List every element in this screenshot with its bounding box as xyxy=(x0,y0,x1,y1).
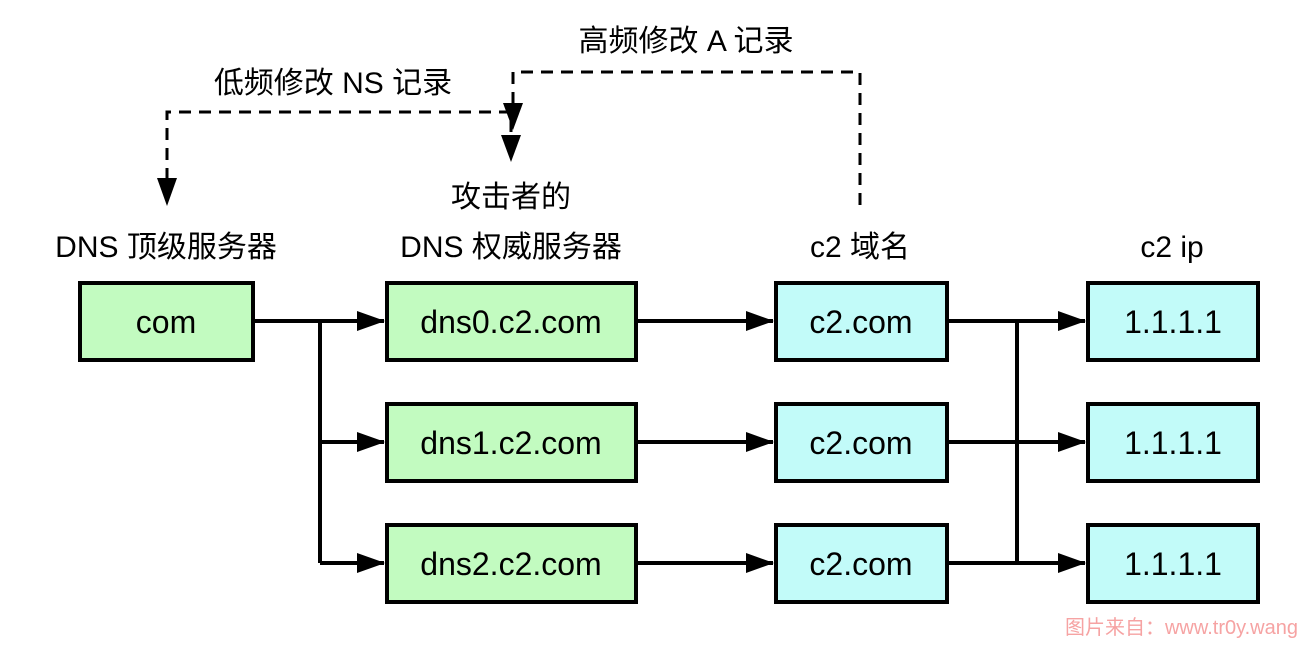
auth-label: DNS 权威服务器 xyxy=(400,231,622,264)
domain-node-label: c2.com xyxy=(809,425,912,461)
ip-node: 1.1.1.1 xyxy=(1086,281,1260,362)
domain-node: c2.com xyxy=(774,523,949,604)
ip-node-label: 1.1.1.1 xyxy=(1124,425,1222,461)
auth-node-label: dns0.c2.com xyxy=(420,304,601,340)
connectors xyxy=(253,311,1086,573)
auth-label-top: 攻击者的 xyxy=(451,181,571,214)
domain-node-label: c2.com xyxy=(809,546,912,582)
domain-label: c2 域名 xyxy=(810,231,910,264)
ip-node: 1.1.1.1 xyxy=(1086,523,1260,604)
auth-node-label: dns1.c2.com xyxy=(420,425,601,461)
watermark: 图片来自：www.tr0y.wang xyxy=(1065,616,1298,639)
a-annotation: 高频修改 A 记录 xyxy=(578,25,793,58)
ip-node-label: 1.1.1.1 xyxy=(1124,546,1222,582)
domain-node: c2.com xyxy=(774,402,949,483)
auth-node: dns2.c2.com xyxy=(385,523,638,604)
ns-annotation: 低频修改 NS 记录 xyxy=(214,67,452,100)
domain-node: c2.com xyxy=(774,281,949,362)
tld-node-label: com xyxy=(136,304,196,340)
auth-node-label: dns2.c2.com xyxy=(420,546,601,582)
auth-node: dns0.c2.com xyxy=(385,281,638,362)
tld-node: com xyxy=(78,281,255,362)
tld-label: DNS 顶级服务器 xyxy=(55,231,277,264)
auth-node: dns1.c2.com xyxy=(385,402,638,483)
domain-node-label: c2.com xyxy=(809,304,912,340)
ip-node-label: 1.1.1.1 xyxy=(1124,304,1222,340)
ip-label: c2 ip xyxy=(1140,231,1203,264)
dns-diagram: 低频修改 NS 记录 高频修改 A 记录 DNS 顶级服务器 攻击者的 DNS … xyxy=(55,25,1298,639)
ip-node: 1.1.1.1 xyxy=(1086,402,1260,483)
